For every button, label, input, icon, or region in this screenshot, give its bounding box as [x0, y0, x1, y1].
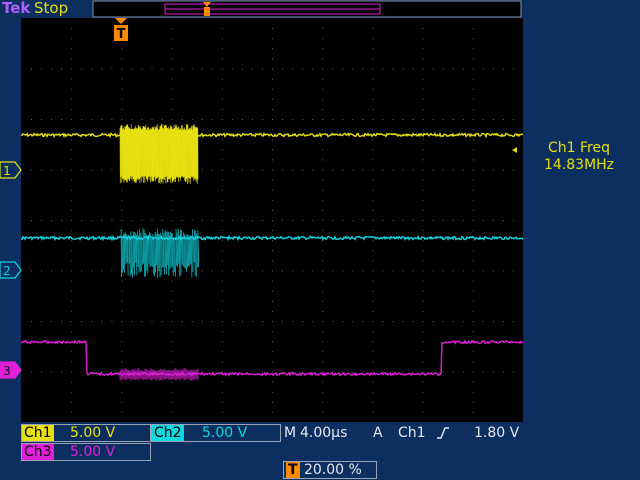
ch1-ground-marker[interactable]: 1 — [0, 161, 22, 179]
ch2-ground-marker[interactable]: 2 — [0, 261, 22, 279]
oscilloscope-screen: T 1 2 3 — [0, 0, 524, 422]
ch3-ground-marker[interactable]: 3 — [0, 361, 22, 379]
trigger-position-icon-label: T — [286, 462, 300, 478]
run-state: Stop — [34, 0, 69, 17]
ch1-label: Ch1 — [22, 425, 54, 441]
timebase-prefix: M — [284, 425, 297, 441]
brand-logo: Tek — [2, 0, 31, 17]
rising-edge-icon — [437, 427, 449, 439]
svg-text:1: 1 — [3, 164, 11, 178]
measurement-value: 14.83MHz — [544, 157, 615, 173]
acquisition-mode: A — [373, 425, 383, 441]
svg-text:3: 3 — [3, 364, 11, 378]
timebase[interactable]: 4.00µs — [300, 425, 347, 441]
trigger-position: 20.00 % — [304, 462, 362, 478]
ch1-scale: 5.00 V — [70, 425, 116, 441]
trigger-source[interactable]: Ch1 — [398, 425, 426, 441]
trigger-position-label: T — [117, 27, 126, 42]
ch2-scale: 5.00 V — [202, 425, 248, 441]
ch3-label: Ch3 — [22, 444, 54, 460]
svg-text:2: 2 — [3, 264, 11, 278]
ch2-label: Ch2 — [152, 425, 184, 441]
trigger-level[interactable]: 1.80 V — [474, 425, 519, 441]
measurement-title: Ch1 Freq — [548, 140, 610, 156]
ch3-scale: 5.00 V — [70, 444, 116, 460]
